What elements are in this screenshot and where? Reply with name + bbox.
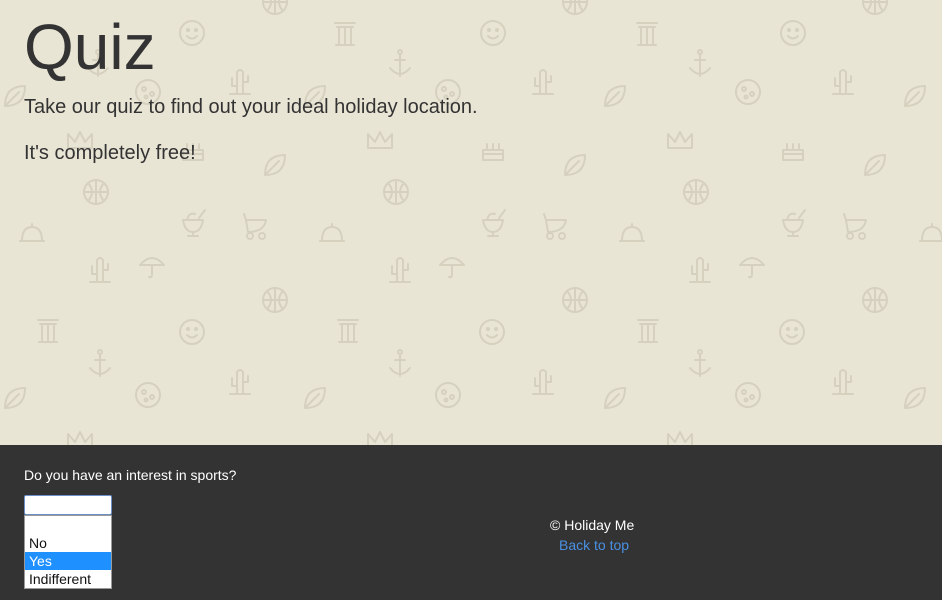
- option-indifferent[interactable]: Indifferent: [25, 570, 111, 588]
- sports-interest-select[interactable]: [24, 495, 112, 515]
- sports-question-label: Do you have an interest in sports?: [24, 467, 237, 483]
- hero-free-note: It's completely free!: [24, 142, 196, 164]
- back-to-top-link[interactable]: Back to top: [559, 537, 629, 553]
- sports-interest-dropdown-list: No Yes Indifferent: [24, 515, 112, 589]
- hero-section: Quiz Take our quiz to find out your idea…: [0, 0, 942, 445]
- copyright-text: © Holiday Me: [550, 517, 635, 533]
- footer: Do you have an interest in sports? No Ye…: [0, 445, 942, 600]
- hero-tagline: Take our quiz to find out your ideal hol…: [24, 96, 478, 118]
- page-title: Quiz: [24, 11, 156, 83]
- option-yes[interactable]: Yes: [25, 552, 111, 570]
- option-no[interactable]: No: [25, 534, 111, 552]
